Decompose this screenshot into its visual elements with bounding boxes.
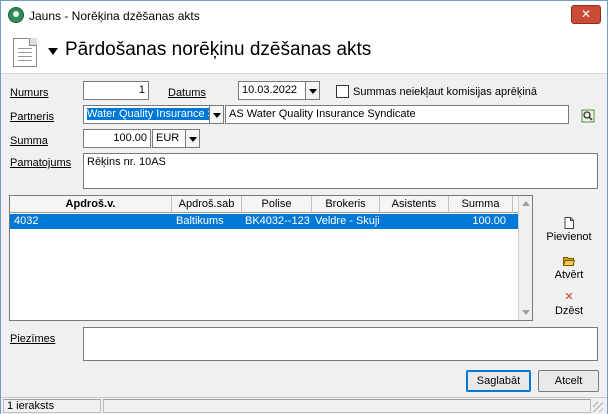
partneris-code-field[interactable]: Water Quality Insurance S [83, 105, 210, 124]
exclude-commission-checkbox[interactable] [336, 85, 349, 98]
summa-field[interactable]: 100.00 [83, 129, 151, 148]
column-header-apdros-sab[interactable]: Apdroš.sab [172, 196, 242, 213]
save-button[interactable]: Saglabāt [466, 370, 531, 392]
column-header-polise[interactable]: Polise [242, 196, 312, 213]
table-row[interactable]: 4032 Baltikums BK4032--123 Veldre - Skuj… [10, 214, 519, 229]
piezimes-field[interactable] [83, 327, 598, 361]
column-header-summa[interactable]: Summa [449, 196, 513, 213]
partneris-name-field[interactable]: AS Water Quality Insurance Syndicate [225, 105, 569, 124]
scroll-down-icon[interactable] [522, 310, 530, 315]
pamatojums-field[interactable]: Rēķins nr. 10AS [83, 153, 598, 189]
open-folder-icon [563, 257, 575, 266]
cell-apdros-v: 4032 [14, 215, 39, 227]
add-row-button[interactable]: Pievienot [541, 217, 597, 243]
column-header-brokeris[interactable]: Brokeris [312, 196, 380, 213]
datums-field[interactable]: 10.03.2022 [238, 81, 307, 100]
close-button[interactable]: ✕ [571, 5, 601, 24]
status-bar: 1 ieraksts [1, 397, 607, 414]
header-dropdown-icon[interactable] [48, 48, 58, 55]
grid-header: Apdroš.v. Apdroš.sab Polise Brokeris Asi… [10, 196, 519, 213]
scroll-up-icon[interactable] [522, 201, 530, 206]
resize-grip-icon[interactable] [593, 402, 603, 412]
add-row-label: Pievienot [546, 231, 592, 243]
window-title: Jauns - Norēķina dzēšanas akts [29, 9, 200, 23]
status-panel [103, 399, 591, 413]
numurs-field[interactable]: 1 [83, 81, 149, 100]
cancel-button[interactable]: Atcelt [538, 370, 599, 392]
find-partner-icon[interactable] [581, 109, 595, 123]
cell-summa: 100.00 [472, 215, 506, 227]
app-icon [8, 7, 24, 23]
datums-dropdown-button[interactable] [305, 81, 320, 100]
header-area: Pārdošanas norēķinu dzēšanas akts [1, 30, 607, 74]
dialog-window: Jauns - Norēķina dzēšanas akts ✕ Pārdoša… [0, 0, 608, 414]
partneris-dropdown-button[interactable] [209, 105, 224, 124]
delete-row-label: Dzēst [554, 305, 584, 317]
piezimes-label: Piezīmes [10, 333, 56, 345]
open-row-label: Atvērt [554, 269, 584, 281]
delete-x-icon: ✕ [564, 291, 574, 303]
policies-grid[interactable]: Apdroš.v. Apdroš.sab Polise Brokeris Asi… [9, 195, 533, 321]
column-header-asistents[interactable]: Asistents [380, 196, 449, 213]
partneris-label: Partneris [10, 111, 55, 123]
numurs-label: Numurs [10, 87, 49, 99]
cell-apdros-sab: Baltikums [176, 215, 224, 227]
cell-polise: BK4032--123 [245, 215, 310, 227]
delete-row-button[interactable]: ✕ Dzēst [541, 291, 597, 317]
record-count: 1 ieraksts [3, 399, 101, 413]
partneris-code-value: Water Quality Insurance S [87, 108, 209, 120]
summa-label: Summa [10, 135, 48, 147]
column-header-apdros-v[interactable]: Apdroš.v. [10, 196, 172, 213]
new-document-icon [564, 217, 574, 229]
cell-asistents [383, 214, 447, 229]
document-icon [13, 38, 37, 67]
currency-field[interactable]: EUR [152, 129, 186, 148]
open-row-button[interactable]: Atvērt [541, 255, 597, 281]
datums-label: Datums [168, 87, 206, 99]
title-bar[interactable]: Jauns - Norēķina dzēšanas akts ✕ [1, 1, 607, 30]
page-title: Pārdošanas norēķinu dzēšanas akts [65, 39, 372, 60]
cell-brokeris: Veldre - Skujin [315, 215, 379, 227]
grid-scrollbar[interactable] [518, 196, 532, 320]
pamatojums-label: Pamatojums [10, 157, 72, 169]
exclude-commission-label: Summas neiekļaut komisijas aprēķinā [353, 86, 538, 98]
currency-dropdown-button[interactable] [185, 129, 200, 148]
